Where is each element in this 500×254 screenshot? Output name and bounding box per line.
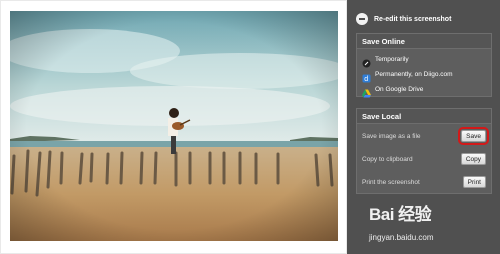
print-label: Print the screenshot [362,178,420,186]
print-row: Print the screenshot Print [362,175,486,189]
link-icon [362,55,371,67]
print-button[interactable]: Print [462,176,486,188]
google-drive-icon [362,85,371,97]
baidu-watermark: Bai 经验 jingyan.baidu.com [369,200,497,250]
option-diigo[interactable]: d Permanently, on Diigo.com [362,68,453,83]
save-local-section: Save Local Save image as a file Save Cop… [356,108,492,194]
screenshot-image [10,11,338,241]
save-local-title: Save Local [357,109,491,124]
minus-circle-icon [356,13,368,25]
copy-label: Copy to clipboard [362,155,413,163]
option-google-drive-label: On Google Drive [375,85,424,93]
diigo-icon: d [362,70,371,83]
option-temporarily[interactable]: Temporarily [362,53,409,67]
watermark-url: jingyan.baidu.com [369,233,434,242]
photo-frame [1,1,346,253]
screenshot-canvas [0,0,347,254]
reedit-label: Re-edit this screenshot [374,15,452,23]
copy-row: Copy to clipboard Copy [362,152,486,166]
option-diigo-label: Permanently, on Diigo.com [375,70,453,78]
option-temporarily-label: Temporarily [375,55,409,63]
save-file-label: Save image as a file [362,132,421,140]
beach-photo [10,11,338,241]
save-file-row: Save image as a file Save [362,127,489,145]
reedit-link[interactable]: Re-edit this screenshot [356,12,451,26]
save-button[interactable]: Save [458,127,489,145]
copy-button[interactable]: Copy [460,153,486,165]
svg-text:d: d [364,76,368,83]
option-google-drive[interactable]: On Google Drive [362,83,424,97]
save-online-section: Save Online Temporarily d Permanently, o… [356,33,492,97]
watermark-brand: Bai 经验 [369,205,432,224]
save-online-title: Save Online [357,34,491,49]
